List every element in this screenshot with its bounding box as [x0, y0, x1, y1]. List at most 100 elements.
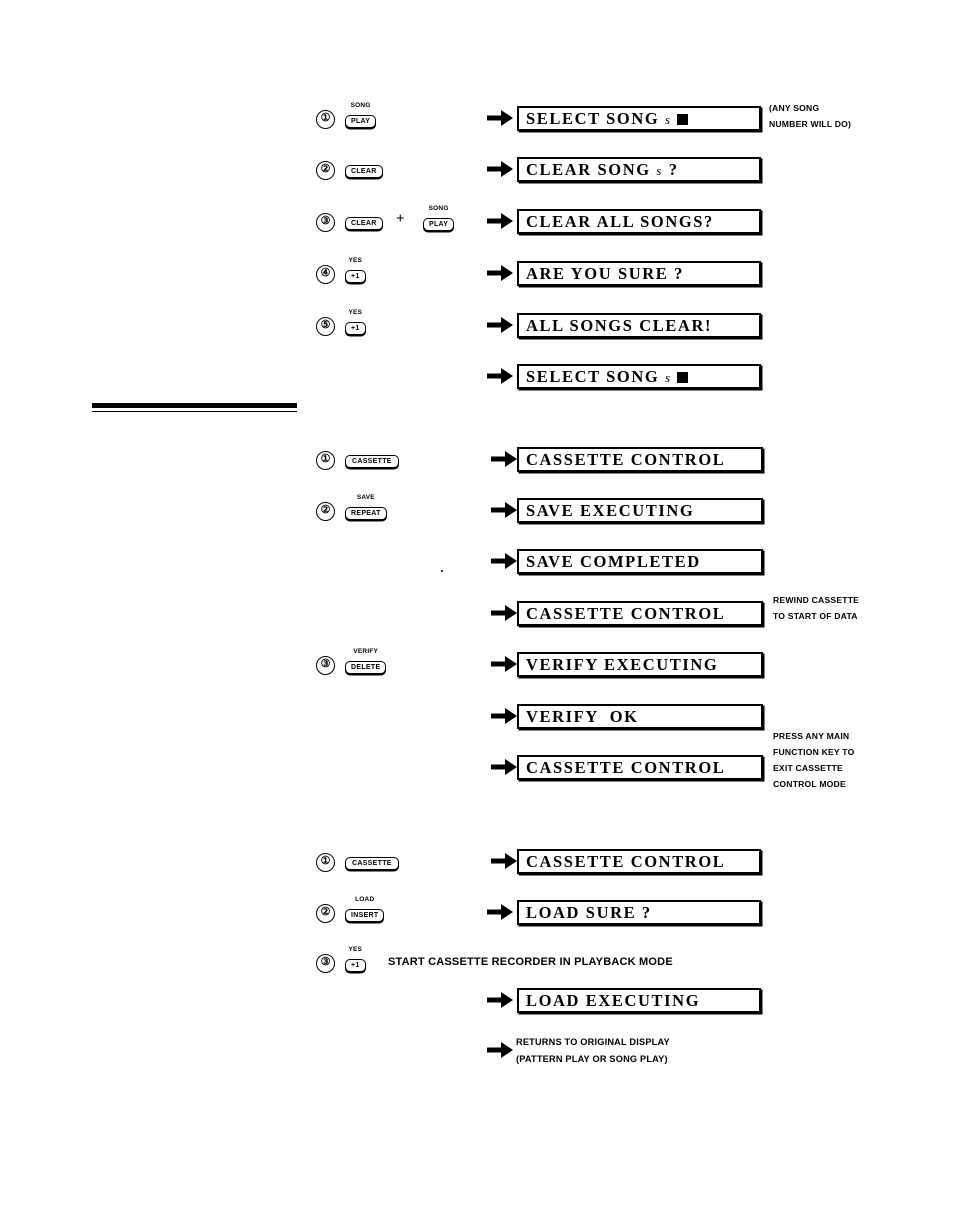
lcd-display: CASSETTE CONTROL [517, 601, 763, 626]
step-number: ③ [316, 656, 335, 675]
key-cap-label: CLEAR [345, 165, 383, 178]
lcd-display: VERIFY OK [517, 704, 763, 729]
key-cap-label: +1 [345, 322, 366, 335]
lcd-display: CLEAR SONG s ? [517, 157, 761, 182]
key-cap-label: PLAY [423, 218, 455, 231]
lcd-text: SELECT SONG s [519, 108, 759, 130]
flow-arrow-icon [491, 553, 517, 569]
lcd-cursor-block [677, 114, 689, 125]
flow-arrow-icon [487, 213, 513, 229]
lcd-text: SELECT SONG s [519, 366, 759, 388]
key-cassette[interactable]: CASSETTE [345, 852, 399, 870]
key-cap-label: +1 [345, 959, 366, 972]
lcd-display: CLEAR ALL SONGS? [517, 209, 761, 234]
lcd-display: ALL SONGS CLEAR! [517, 313, 761, 338]
key-clear[interactable]: CLEAR [345, 160, 383, 178]
lcd-display: ARE YOU SURE ? [517, 261, 761, 286]
lcd-display: SELECT SONG s [517, 364, 761, 389]
key-top-label: SAVE [356, 494, 375, 501]
key-song-play[interactable]: SONG PLAY [345, 102, 377, 128]
side-note: PRESS ANY MAIN FUNCTION KEY TO EXIT CASS… [773, 728, 854, 792]
lcd-text: CASSETTE CONTROL [526, 852, 726, 871]
side-note-line: NUMBER WILL DO) [769, 119, 852, 129]
step-number: ② [316, 161, 335, 180]
lcd-text: SAVE EXECUTING [526, 501, 695, 520]
key-cap-label: CASSETTE [345, 455, 399, 468]
key-yes-plus1[interactable]: YES +1 [345, 946, 366, 972]
plus-sign: + [396, 211, 405, 227]
lcd-display: SAVE COMPLETED [517, 549, 763, 574]
side-note-line: CONTROL MODE [773, 779, 846, 789]
flow-arrow-icon [491, 853, 517, 869]
lcd-text: ALL SONGS CLEAR! [526, 316, 713, 335]
lcd-display: CASSETTE CONTROL [517, 755, 763, 780]
lcd-text: LOAD SURE ? [526, 903, 652, 922]
flow-arrow-icon [491, 451, 517, 467]
side-note-line: (ANY SONG [769, 103, 820, 113]
key-top-label: SONG [350, 102, 371, 109]
key-cap-label: PLAY [345, 115, 377, 128]
lcd-display: SELECT SONG s [517, 106, 761, 131]
step-number: ① [316, 853, 335, 872]
flow-arrow-icon [487, 317, 513, 333]
lcd-text: LOAD EXECUTING [526, 991, 701, 1010]
flow-arrow-icon [487, 904, 513, 920]
key-cap-label: INSERT [345, 909, 385, 922]
key-load-insert[interactable]: LOAD INSERT [345, 896, 385, 922]
key-yes-plus1[interactable]: YES +1 [345, 309, 366, 335]
inline-instruction: START CASSETTE RECORDER IN PLAYBACK MODE [388, 956, 673, 968]
key-song-play[interactable]: SONG PLAY [423, 205, 455, 231]
key-yes-plus1[interactable]: YES +1 [345, 257, 366, 283]
flow-arrow-icon [491, 759, 517, 775]
flow-arrow-icon [487, 161, 513, 177]
step-number: ③ [316, 213, 335, 232]
lcd-display: SAVE EXECUTING [517, 498, 763, 523]
key-clear[interactable]: CLEAR [345, 212, 383, 230]
tail-note-line: (PATTERN PLAY OR SONG PLAY) [516, 1054, 668, 1064]
key-top-label: YES [348, 309, 363, 316]
step-number: ④ [316, 265, 335, 284]
lcd-display: LOAD SURE ? [517, 900, 761, 925]
key-cassette[interactable]: CASSETTE [345, 450, 399, 468]
lcd-display: CASSETTE CONTROL [517, 447, 763, 472]
lcd-text: ARE YOU SURE ? [526, 264, 684, 283]
side-note-line: TO START OF DATA [773, 611, 858, 621]
lcd-display: LOAD EXECUTING [517, 988, 761, 1013]
lcd-cursor-block [677, 372, 689, 383]
lcd-text: CASSETTE CONTROL [526, 450, 726, 469]
step-number: ② [316, 904, 335, 923]
flow-column: ① SONG PLAY SELECT SONG s (ANY SONG NUMB… [303, 0, 903, 1230]
key-cap-label: +1 [345, 270, 366, 283]
lcd-text: SAVE COMPLETED [526, 552, 701, 571]
flow-arrow-icon [487, 1042, 513, 1058]
lcd-text: VERIFY EXECUTING [526, 655, 719, 674]
key-top-label: LOAD [355, 896, 375, 903]
lcd-display: VERIFY EXECUTING [517, 652, 763, 677]
key-save-repeat[interactable]: SAVE REPEAT [345, 494, 387, 520]
key-verify-delete[interactable]: VERIFY DELETE [345, 648, 387, 674]
key-cap-label: CLEAR [345, 217, 383, 230]
flow-arrow-icon [491, 656, 517, 672]
side-note-line: REWIND CASSETTE [773, 595, 860, 605]
key-top-label: YES [348, 946, 363, 953]
key-top-label: SONG [428, 205, 449, 212]
manual-page: ① SONG PLAY SELECT SONG s (ANY SONG NUMB… [0, 0, 954, 1230]
step-number: ① [316, 110, 335, 129]
side-note-line: PRESS ANY MAIN [773, 731, 850, 741]
flow-arrow-icon [491, 708, 517, 724]
key-cap-label: DELETE [345, 661, 387, 674]
lcd-display: CASSETTE CONTROL [517, 849, 761, 874]
lcd-text: CASSETTE CONTROL [526, 604, 726, 623]
lcd-text: VERIFY OK [526, 707, 639, 726]
step-number: ③ [316, 954, 335, 973]
side-note-line: EXIT CASSETTE [773, 763, 843, 773]
key-cap-label: CASSETTE [345, 857, 399, 870]
key-top-label: VERIFY [353, 648, 379, 655]
tail-note-line: RETURNS TO ORIGINAL DISPLAY [516, 1037, 670, 1047]
section-rule-thick [92, 403, 297, 408]
step-number: ① [316, 451, 335, 470]
side-note-line: FUNCTION KEY TO [773, 747, 855, 757]
flow-arrow-icon [487, 265, 513, 281]
flow-arrow-icon [487, 992, 513, 1008]
flow-arrow-icon [487, 110, 513, 126]
